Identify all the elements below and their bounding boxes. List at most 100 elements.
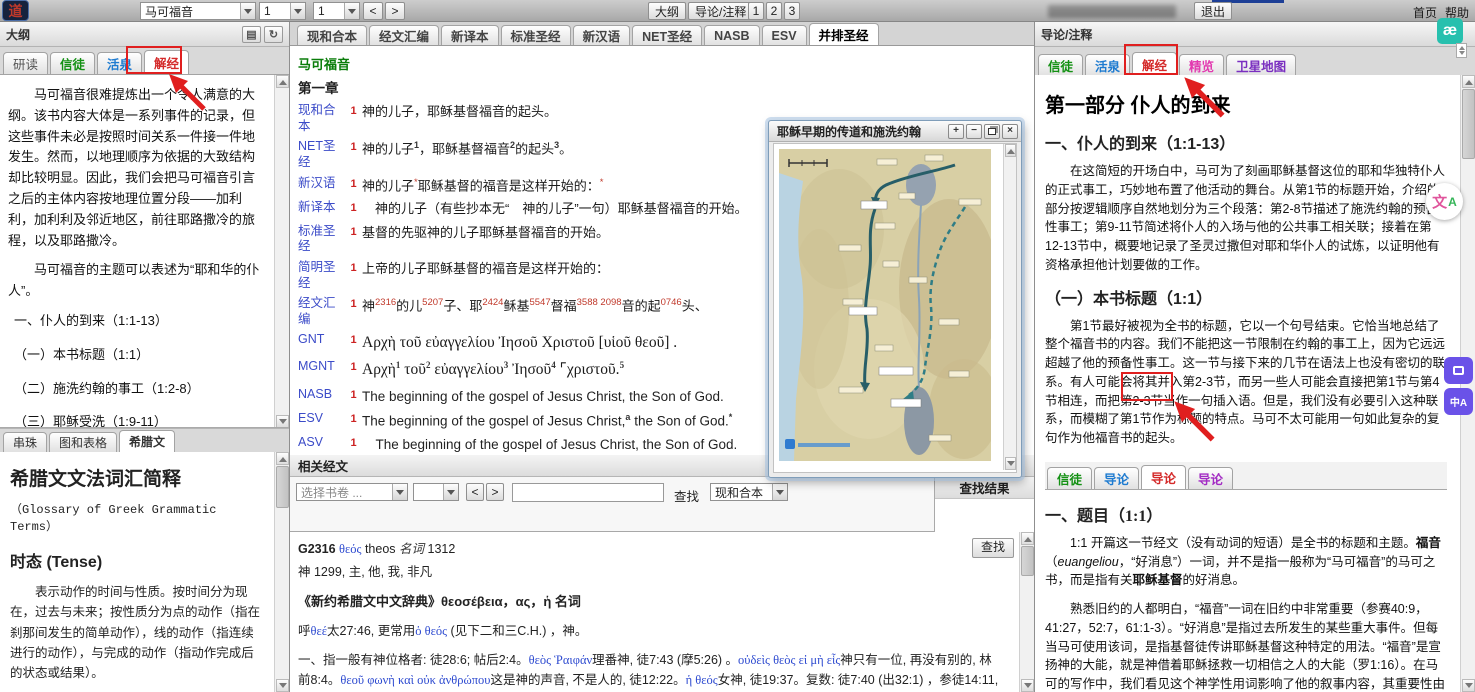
commentary-subtab[interactable]: 导论 [1188,467,1233,489]
version-label[interactable]: 经文汇编 [298,296,345,327]
book-select[interactable]: 马可福音 [140,2,256,20]
verse-number: 1 [345,224,362,241]
version-label[interactable]: NET圣经 [298,139,345,170]
commentary-h1: 第一部分 仆人的到来 [1045,89,1447,118]
strong-number[interactable]: G2316 [298,542,336,556]
refresh-icon[interactable]: ↻ [264,26,283,43]
version-label[interactable]: 现和合本 [298,103,345,134]
outline-tab[interactable]: 活泉 [97,52,142,74]
commentary-content: 第一部分 仆人的到来 一、仆人的到来（1:1-13） 在这简短的开场白中，马可为… [1035,75,1475,692]
map-window-titlebar[interactable]: 耶稣早期的传道和施洗约翰 + − × [769,121,1021,142]
outline-item[interactable]: （三）耶稣受洗（1:9-11） [14,412,267,428]
version-label[interactable]: GNT [298,332,345,348]
scroll-up-icon[interactable] [1462,75,1475,88]
version-label[interactable]: NASB [298,387,345,403]
logout-button[interactable]: 退出 [1194,2,1232,20]
outline-tab[interactable]: 信徒 [50,52,95,74]
intro-commentary-button[interactable]: 导论/注释 [688,2,753,20]
dictionary-find-button[interactable]: 查找 [972,538,1014,558]
restore-icon[interactable] [984,124,1000,139]
translate-widget-icon[interactable]: 文 A [1426,183,1463,220]
minimize-icon[interactable]: − [966,124,982,139]
commentary-tab[interactable]: 精览 [1179,54,1224,76]
scroll-down-icon[interactable] [276,415,289,428]
related-chapter-select[interactable] [413,483,459,501]
version-tabs: 现和合本经文汇编新译本标准圣经新汉语NET圣经NASBESV并排圣经 [290,22,1034,46]
next-verse-button[interactable]: > [385,2,405,20]
outline-item[interactable]: （一）本书标题（1:1） [14,345,267,366]
version-label[interactable]: 新译本 [298,200,345,216]
translate-tool-icon[interactable]: 中A [1444,388,1473,415]
dictionary-scrollbar[interactable] [1019,532,1034,692]
commentary-section1-text: 在这简短的开场白中，马可为了刻画耶稣基督这位的耶和华独特仆人的正式事工，巧妙地布… [1045,162,1447,275]
left-bottom-tab[interactable]: 图和表格 [49,432,117,452]
scroll-up-icon[interactable] [1005,144,1016,157]
verse-select[interactable]: 1 [313,2,360,20]
version-label[interactable]: ASV [298,435,345,451]
page-number-button[interactable]: 2 [766,2,782,20]
prev-verse-button[interactable]: < [363,2,383,20]
outline-item[interactable]: （二）施洗约翰的事工（1:2-8） [14,379,267,400]
chapter-select[interactable]: 1 [259,2,306,20]
related-find-button[interactable]: 查找 [674,486,699,505]
version-tab[interactable]: NET圣经 [632,25,702,45]
version-tab[interactable]: ESV [762,25,807,45]
version-label[interactable]: ESV [298,411,345,427]
lexicon-body: 一、指一般有神位格者: 徒28:6; 帖后2:4。θεὸς Ῥαιφάν理番神,… [298,650,1000,692]
scroll-up-icon[interactable] [276,452,289,465]
spinner-control[interactable] [1456,43,1467,58]
left-bottom-tab[interactable]: 串珠 [3,432,47,452]
map-window[interactable]: 耶稣早期的传道和施洗约翰 + − × [768,120,1022,478]
map-window-body [773,143,1017,473]
scrollbar-thumb[interactable] [1462,89,1475,159]
commentary-tab[interactable]: 卫星地图 [1226,54,1296,76]
related-prev-button[interactable]: < [466,483,484,501]
version-tab[interactable]: 经文汇编 [369,25,439,45]
map-scrollbar[interactable] [1003,144,1016,470]
scroll-down-icon[interactable] [1021,679,1034,692]
version-tab[interactable]: 新汉语 [573,25,631,45]
related-book-select[interactable]: 选择书卷 ... [296,483,408,501]
zoom-in-icon[interactable]: + [948,124,964,139]
scroll-up-icon[interactable] [276,75,289,88]
report-icon[interactable]: ▤ [242,26,261,43]
outline-item[interactable]: 一、仆人的到来（1:1-13） [14,311,267,332]
version-tab[interactable]: 新译本 [441,25,499,45]
version-tab[interactable]: 并排圣经 [809,23,879,45]
related-next-button[interactable]: > [486,483,504,501]
version-label[interactable]: 新汉语 [298,176,345,192]
commentary-tab[interactable]: 解经 [1132,52,1177,76]
commentary-subtab[interactable]: 导论 [1094,467,1139,489]
outline-scrollbar[interactable] [274,75,289,428]
page-number-button[interactable]: 3 [784,2,800,20]
version-tab[interactable]: NASB [704,25,759,45]
page-number-button[interactable]: 1 [748,2,764,20]
scrollbar-thumb[interactable] [276,466,289,508]
left-bottom-tab[interactable]: 希腊文 [119,430,175,452]
version-label[interactable]: 标准圣经 [298,224,345,255]
close-icon[interactable]: × [1002,124,1018,139]
scrollbar-thumb[interactable] [1021,546,1034,576]
glossary-scrollbar[interactable] [274,452,289,692]
scroll-down-icon[interactable] [1005,457,1016,470]
scroll-up-icon[interactable] [1021,532,1034,545]
app-logo[interactable]: 道 [2,0,29,21]
commentary-subtab[interactable]: 导论 [1141,465,1186,489]
scroll-down-icon[interactable] [276,679,289,692]
scroll-down-icon[interactable] [1462,679,1475,692]
commentary-subtab[interactable]: 信徒 [1047,467,1092,489]
outline-tab[interactable]: 研读 [3,52,48,74]
related-version-select[interactable]: 现和合本 [710,483,788,501]
outline-tab[interactable]: 解经 [144,50,189,74]
home-link[interactable]: 首页 [1413,4,1437,21]
version-label[interactable]: MGNT [298,359,345,375]
outline-button[interactable]: 大纲 [648,2,686,20]
screenshot-tool-icon[interactable] [1444,357,1473,384]
version-tab[interactable]: 现和合本 [297,25,367,45]
extension-ae-icon[interactable]: æ [1437,18,1463,44]
commentary-tab[interactable]: 信徒 [1038,54,1083,76]
related-search-input[interactable] [512,483,664,502]
version-label[interactable]: 简明圣经 [298,260,345,291]
version-tab[interactable]: 标准圣经 [501,25,571,45]
commentary-tab[interactable]: 活泉 [1085,54,1130,76]
